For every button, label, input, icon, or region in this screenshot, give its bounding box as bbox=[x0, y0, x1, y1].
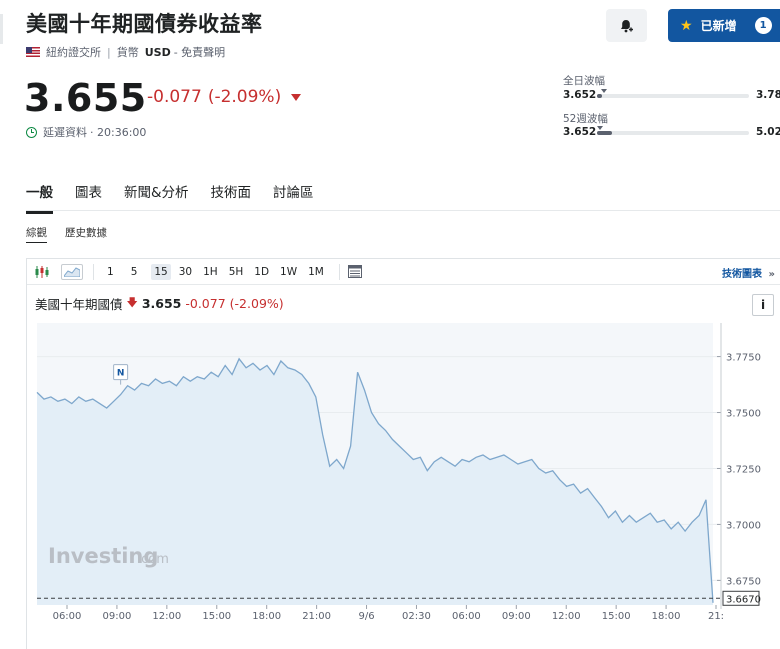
chart-toolbar: 1 5 15 30 1H 5H 1D 1W 1M 技術圖表 » bbox=[27, 259, 780, 285]
delay-row: 延遲資料 · 20:36:00 bbox=[26, 124, 146, 140]
y-tick-label: 3.7750 bbox=[726, 353, 761, 364]
interval-15[interactable]: 15 bbox=[151, 263, 171, 280]
day-range-track bbox=[597, 94, 749, 98]
subtab-historical[interactable]: 歷史數據 bbox=[65, 225, 107, 243]
week52-range-label: 52週波幅 bbox=[563, 113, 608, 125]
week52-range-track bbox=[597, 131, 749, 135]
legend-change-percent: (-2.09%) bbox=[229, 296, 284, 311]
bell-plus-icon bbox=[620, 19, 633, 32]
day-range-low: 3.652 bbox=[563, 89, 597, 101]
toolbar-separator bbox=[338, 263, 340, 280]
tabs-divider bbox=[26, 210, 780, 211]
x-tick-label: 12:00 bbox=[152, 611, 181, 622]
exchange-label: 紐約證交所 bbox=[46, 46, 101, 59]
x-tick-label: 09:00 bbox=[103, 611, 132, 622]
x-tick-label: 12:00 bbox=[552, 611, 581, 622]
day-range-marker bbox=[601, 89, 607, 93]
star-icon: ★ bbox=[680, 17, 693, 34]
x-axis-ticks: 06:00 09:00 12:00 15:00 18:00 21:00 9/6 02:30 06… bbox=[53, 605, 724, 622]
x-tick-label: 09:00 bbox=[502, 611, 531, 622]
info-button[interactable]: i bbox=[752, 294, 774, 316]
disclaimer-link[interactable]: - 免責聲明 bbox=[174, 44, 225, 60]
x-tick-label: 06:00 bbox=[452, 611, 481, 622]
y-tick-label: 3.7250 bbox=[726, 464, 761, 475]
us-flag-icon bbox=[26, 47, 40, 57]
y-tick-label: 3.6750 bbox=[726, 576, 761, 587]
news-marker-label[interactable]: N bbox=[117, 369, 125, 379]
interval-5[interactable]: 5 bbox=[128, 264, 141, 280]
day-range-label: 全日波幅 bbox=[563, 75, 605, 87]
currency-label: 貨幣 bbox=[116, 46, 139, 59]
delay-label: 延遲資料 bbox=[43, 126, 87, 139]
week52-range-marker bbox=[597, 126, 603, 130]
interval-1w[interactable]: 1W bbox=[277, 264, 300, 280]
legend-price: 3.655 bbox=[141, 296, 182, 311]
x-tick-label: 15:00 bbox=[602, 611, 631, 622]
candlestick-icon[interactable] bbox=[33, 264, 51, 280]
watchlist-button[interactable]: ★ 已新增 1 bbox=[668, 9, 780, 42]
change-value: -0.077 bbox=[147, 87, 202, 107]
week52-range-high: 5.02 bbox=[756, 126, 780, 138]
interval-1d[interactable]: 1D bbox=[251, 264, 272, 280]
area-chart-icon[interactable] bbox=[61, 263, 83, 280]
meta-row: 紐約證交所 | 貨幣 USD - 免責聲明 bbox=[26, 44, 225, 60]
chart-legend: 美國十年期國債 🡇 3.655 -0.077 (-2.09%) bbox=[35, 294, 284, 313]
last-value-label: 3.6670 bbox=[726, 594, 761, 605]
legend-name: 美國十年期國債 bbox=[35, 297, 123, 312]
toolbar-separator bbox=[93, 263, 94, 280]
double-chevron-right-icon: » bbox=[768, 269, 775, 280]
interval-1m[interactable]: 1M bbox=[305, 264, 327, 280]
x-tick-label: 9/6 bbox=[358, 611, 374, 622]
subtab-overview[interactable]: 綜觀 bbox=[26, 225, 47, 243]
x-tick-label: 21: bbox=[708, 611, 724, 622]
week52-range-fill bbox=[597, 131, 612, 135]
interval-group: 1 5 15 30 1H 5H 1D 1W 1M bbox=[104, 263, 327, 280]
table-view-icon[interactable] bbox=[346, 264, 364, 280]
price-change: -0.077 (-2.09%) bbox=[147, 87, 302, 107]
y-tick-label: 3.7500 bbox=[726, 409, 761, 420]
day-range-fill bbox=[597, 94, 602, 98]
down-arrow-icon bbox=[291, 93, 302, 101]
week52-range-low: 3.652 bbox=[563, 126, 597, 138]
interval-1h[interactable]: 1H bbox=[200, 264, 221, 280]
left-edge-tab bbox=[0, 14, 3, 44]
watchlist-label: 已新增 bbox=[700, 19, 737, 33]
interval-30[interactable]: 30 bbox=[176, 264, 195, 280]
tech-chart-link[interactable]: 技術圖表 » bbox=[722, 265, 775, 280]
y-axis-ticks: 3.7750 3.7500 3.7250 3.7000 3.6750 bbox=[717, 323, 761, 609]
x-tick-label: 15:00 bbox=[202, 611, 231, 622]
interval-1[interactable]: 1 bbox=[104, 264, 117, 280]
x-tick-label: 21:00 bbox=[302, 611, 331, 622]
day-range-high: 3.78 bbox=[756, 89, 780, 101]
sub-tabs: 綜觀 歷史數據 bbox=[26, 225, 107, 243]
x-tick-label: 06:00 bbox=[53, 611, 82, 622]
meta-separator: | bbox=[107, 45, 111, 59]
last-price: 3.655 bbox=[24, 76, 147, 120]
clock-icon bbox=[26, 126, 37, 138]
tech-chart-label: 技術圖表 bbox=[722, 269, 763, 280]
add-alert-button[interactable] bbox=[606, 9, 647, 42]
y-tick-label: 3.7000 bbox=[726, 520, 761, 531]
legend-down-arrow-icon: 🡇 bbox=[126, 296, 138, 309]
x-tick-label: 18:00 bbox=[252, 611, 281, 622]
page-title: 美國十年期國債券收益率 bbox=[26, 12, 263, 36]
price-chart: Investing .com N 3.77503.75003.72503.700… bbox=[36, 323, 761, 622]
x-tick-label: 18:00 bbox=[652, 611, 681, 622]
quote-time: · 20:36:00 bbox=[90, 125, 147, 139]
interval-5h[interactable]: 5H bbox=[226, 264, 247, 280]
change-percent: (-2.09%) bbox=[207, 87, 282, 107]
watermark-suffix: .com bbox=[137, 552, 169, 567]
watchlist-count-badge: 1 bbox=[754, 17, 772, 34]
currency-value: USD bbox=[144, 45, 171, 59]
legend-change: -0.077 bbox=[185, 296, 226, 311]
x-tick-label: 02:30 bbox=[402, 611, 431, 622]
